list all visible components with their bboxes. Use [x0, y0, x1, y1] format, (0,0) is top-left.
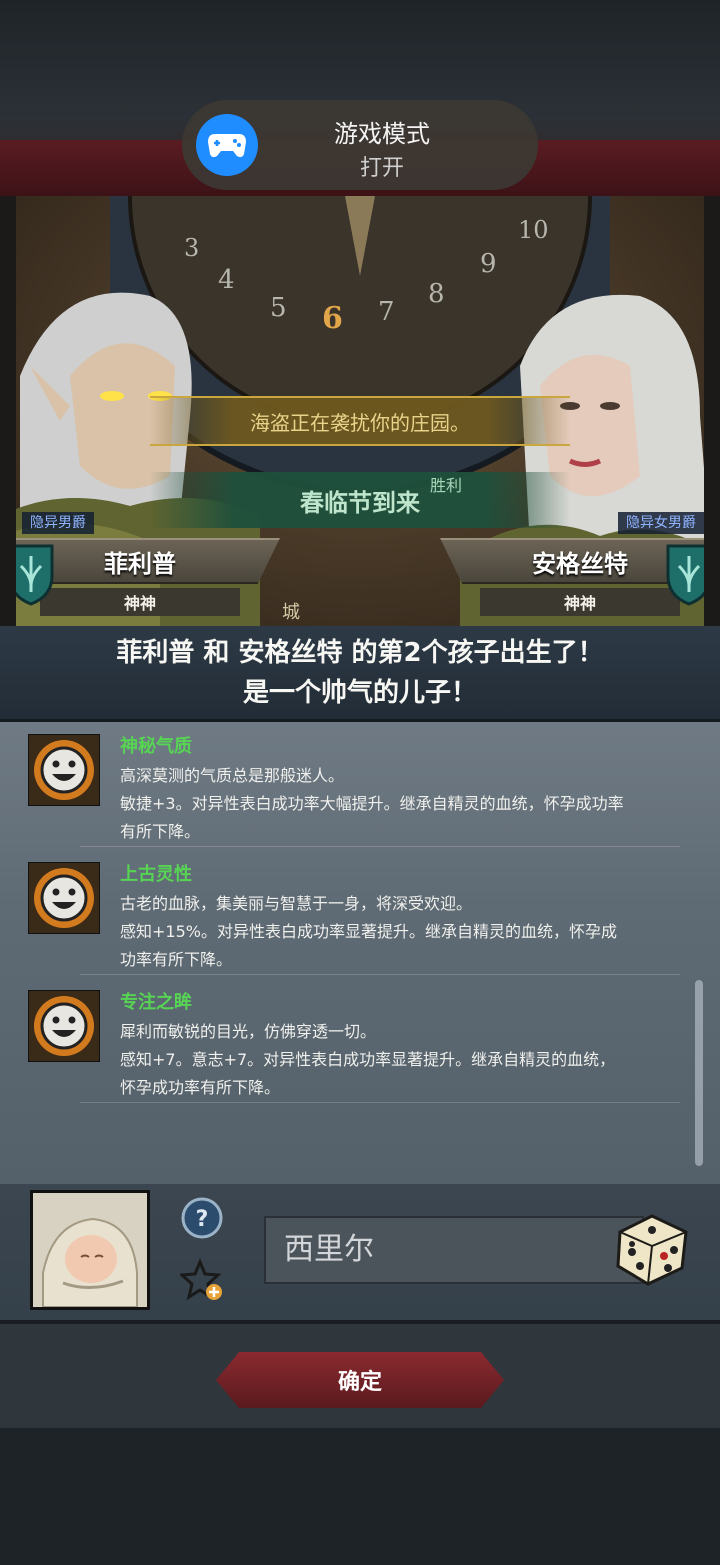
trait-line: 犀利而敏锐的目光，仿佛穿透一切。	[120, 1022, 377, 1041]
event-banner-spring: 春临节到来	[150, 472, 570, 528]
trait-description: 高深莫测的气质总是那般迷人。 敏捷+3。对异性表白成功率大幅提升。继承自精灵的血…	[120, 762, 700, 846]
trait-line: 敏捷+3。对异性表白成功率大幅提升。继承自精灵的血统，怀孕成功率	[120, 794, 624, 813]
baby-portrait-image	[33, 1193, 147, 1308]
trait-line: 感知+15%。对异性表白成功率显著提升。继承自精灵的血统，怀孕成	[120, 922, 617, 941]
dial-number: 7	[378, 297, 395, 327]
castle-label: 城	[282, 602, 300, 623]
confirm-button[interactable]: 确定	[216, 1352, 504, 1408]
dial-number-current: 6	[322, 301, 343, 336]
gamepad-icon	[196, 114, 258, 176]
smiley-trait-icon	[28, 990, 100, 1062]
trait-divider	[80, 846, 680, 847]
traits-scrollbar[interactable]	[695, 980, 703, 1166]
mother-house: 神神	[563, 594, 596, 613]
dice-icon[interactable]	[612, 1210, 692, 1290]
dial-number: 10	[518, 216, 549, 244]
father-house-plate: 神神	[40, 588, 240, 616]
trait-name: 神秘气质	[120, 736, 192, 757]
trait-line: 高深莫测的气质总是那般迷人。	[120, 766, 345, 785]
trait-line: 感知+7。意志+7。对异性表白成功率显著提升。继承自精灵的血统，	[120, 1050, 616, 1069]
heraldic-shield-icon[interactable]	[664, 542, 714, 606]
event-text-spring: 春临节到来	[300, 488, 420, 517]
svg-text:?: ?	[196, 1207, 209, 1232]
announcement-line-2: 是一个帅气的儿子！	[242, 677, 477, 708]
father-rank-tag: 隐异男爵	[22, 512, 94, 534]
trait-line: 有所下降。	[120, 822, 201, 841]
trait-divider	[80, 1102, 680, 1103]
father-house: 神神	[123, 594, 156, 613]
event-banner-pirate: 海盗正在袭扰你的庄园。	[150, 396, 570, 446]
event-small-label: 胜利	[430, 476, 463, 495]
trait-description: 犀利而敏锐的目光，仿佛穿透一切。 感知+7。意志+7。对异性表白成功率显著提升。…	[120, 1018, 700, 1102]
footer-bar: 确定	[0, 1320, 720, 1428]
trait-line: 怀孕成功率有所下降。	[120, 1078, 281, 1097]
trait-line: 功率有所下降。	[120, 950, 233, 969]
smiley-trait-icon	[28, 862, 100, 934]
toast-title: 游戏模式	[334, 120, 430, 148]
trait-divider	[80, 974, 680, 975]
smiley-trait-icon	[28, 734, 100, 806]
trait-description: 古老的血脉，集美丽与智慧于一身，将深受欢迎。 感知+15%。对异性表白成功率显著…	[120, 890, 700, 974]
announcement-line-1: 菲利普 和 安格丝特 的第2个孩子出生了！	[116, 637, 604, 668]
help-icon[interactable]: ?	[180, 1196, 224, 1240]
mother-rank-tag: 隐异女男爵	[618, 512, 704, 534]
trait-name: 专注之眸	[120, 992, 192, 1013]
mother-name: 安格丝特	[532, 549, 628, 578]
heraldic-shield-icon[interactable]	[6, 542, 56, 606]
star-plus-icon[interactable]	[180, 1258, 224, 1302]
child-row: ? 西里尔	[0, 1184, 720, 1320]
traits-panel[interactable]: 神秘气质 高深莫测的气质总是那般迷人。 敏捷+3。对异性表白成功率大幅提升。继承…	[0, 722, 720, 1184]
game-mode-toast[interactable]: 游戏模式 打开	[182, 100, 538, 190]
child-name-input[interactable]: 西里尔	[264, 1216, 644, 1284]
dial-number: 5	[270, 293, 287, 323]
trait-name: 上古灵性	[120, 864, 192, 885]
event-text-pirate: 海盗正在袭扰你的庄园。	[250, 410, 470, 435]
bottom-area	[0, 1428, 720, 1565]
scene-panel: 3 4 5 6 7 8 9 10 海盗正在袭扰你的庄园。 春临节到来 胜利 城 …	[0, 196, 720, 626]
mother-house-plate: 神神	[480, 588, 680, 616]
birth-announcement: 菲利普 和 安格丝特 的第2个孩子出生了！ 是一个帅气的儿子！	[0, 626, 720, 722]
toast-status: 打开	[359, 156, 404, 181]
father-name: 菲利普	[104, 549, 176, 578]
trait-line: 古老的血脉，集美丽与智慧于一身，将深受欢迎。	[120, 894, 473, 913]
dial-number: 8	[428, 279, 445, 309]
child-portrait	[30, 1190, 150, 1310]
confirm-label: 确定	[337, 1370, 382, 1395]
